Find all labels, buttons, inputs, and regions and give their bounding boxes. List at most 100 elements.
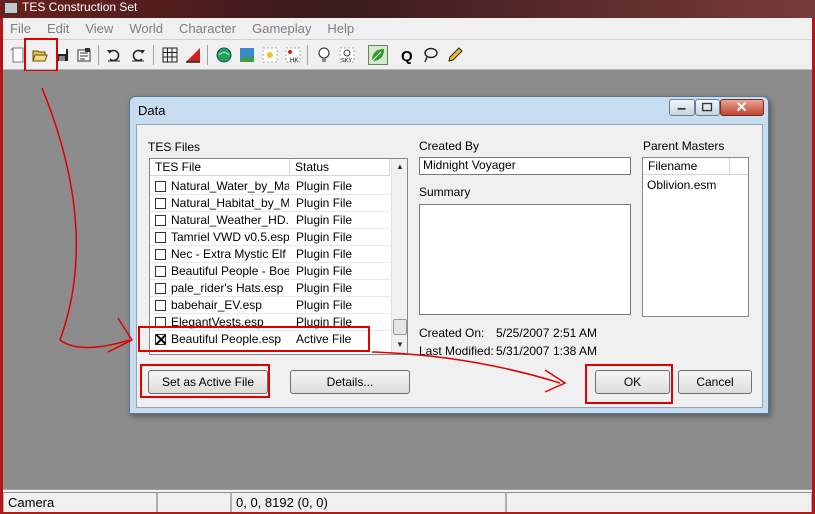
minimize-button[interactable] bbox=[669, 99, 695, 116]
file-status: Plugin File bbox=[296, 264, 353, 278]
file-checkbox[interactable] bbox=[155, 215, 166, 226]
leaf-icon[interactable] bbox=[368, 45, 388, 65]
file-row[interactable]: Tamriel VWD v0.5.esp Plugin File bbox=[150, 229, 390, 246]
dialog-body: TES Files TES File Status Natural_Water_… bbox=[136, 124, 763, 408]
parent-masters-list[interactable]: Filename Oblivion.esm bbox=[642, 157, 749, 317]
scroll-up-arrow-icon[interactable]: ▲ bbox=[392, 159, 408, 175]
file-row[interactable]: Beautiful People.esp Active File bbox=[150, 331, 390, 348]
quest-icon[interactable]: Q bbox=[397, 45, 417, 65]
tes-files-label: TES Files bbox=[148, 140, 201, 154]
summary-field[interactable] bbox=[419, 204, 631, 315]
app-title: TES Construction Set bbox=[22, 0, 138, 14]
landscape-icon[interactable] bbox=[214, 45, 234, 65]
menu-help[interactable]: Help bbox=[319, 18, 362, 40]
image-icon[interactable] bbox=[237, 45, 257, 65]
bulb-icon[interactable] bbox=[314, 45, 334, 65]
grid-icon[interactable] bbox=[160, 45, 180, 65]
cancel-button[interactable]: Cancel bbox=[678, 370, 752, 394]
file-row[interactable]: Natural_Weather_HD... Plugin File bbox=[150, 212, 390, 229]
column-tes-file[interactable]: TES File bbox=[150, 159, 290, 176]
file-row[interactable]: pale_rider's Hats.esp Plugin File bbox=[150, 280, 390, 297]
set-active-file-button[interactable]: Set as Active File bbox=[148, 370, 268, 394]
last-modified-date: 5/31/2007 bbox=[496, 344, 550, 358]
file-row[interactable]: Natural_Water_by_Ma... Plugin File bbox=[150, 178, 390, 195]
column-spare bbox=[730, 158, 748, 175]
file-checkbox[interactable] bbox=[155, 249, 166, 260]
summary-label: Summary bbox=[419, 185, 471, 199]
file-name: Tamriel VWD v0.5.esp bbox=[171, 230, 289, 244]
menu-bar: File Edit View World Character Gameplay Help bbox=[0, 18, 815, 40]
file-row[interactable]: Nec - Extra Mystic Elf ... Plugin File bbox=[150, 246, 390, 263]
file-row[interactable]: ElegantVests.esp Plugin File bbox=[150, 314, 390, 331]
tes-files-scrollbar[interactable]: ▲ ▼ bbox=[391, 159, 407, 354]
havok-icon[interactable]: HK bbox=[283, 45, 303, 65]
file-checkbox[interactable] bbox=[155, 283, 166, 294]
lasso-icon[interactable] bbox=[420, 45, 440, 65]
redo-icon[interactable] bbox=[128, 45, 148, 65]
file-status: Plugin File bbox=[296, 281, 353, 295]
open-icon[interactable] bbox=[30, 45, 50, 65]
menu-gameplay[interactable]: Gameplay bbox=[244, 18, 319, 40]
menu-edit[interactable]: Edit bbox=[39, 18, 77, 40]
scroll-thumb[interactable] bbox=[393, 319, 407, 335]
file-checkbox[interactable] bbox=[155, 317, 166, 328]
file-name: Nec - Extra Mystic Elf ... bbox=[171, 247, 289, 261]
file-name: pale_rider's Hats.esp bbox=[171, 281, 284, 295]
last-modified-label: Last Modified: bbox=[419, 344, 494, 358]
undo-icon[interactable] bbox=[104, 45, 124, 65]
file-checkbox[interactable] bbox=[155, 232, 166, 243]
file-row[interactable]: Natural_Habitat_by_M... Plugin File bbox=[150, 195, 390, 212]
tes-files-list[interactable]: TES File Status Natural_Water_by_Ma... Pl… bbox=[149, 158, 408, 355]
status-mode: Camera bbox=[3, 492, 157, 513]
menu-file[interactable]: File bbox=[0, 18, 39, 40]
file-status: Plugin File bbox=[296, 230, 353, 244]
light-icon[interactable] bbox=[260, 45, 280, 65]
file-row[interactable]: Beautiful People - Boet... Plugin File bbox=[150, 263, 390, 280]
created-on-label: Created On: bbox=[419, 326, 485, 340]
toolbar: HK SKY Q bbox=[0, 38, 815, 72]
created-on-time: 2:51 AM bbox=[553, 326, 598, 340]
created-by-label: Created By bbox=[419, 139, 480, 153]
created-on-date: 5/25/2007 bbox=[496, 326, 550, 340]
ok-button[interactable]: OK bbox=[595, 370, 670, 394]
file-row[interactable]: babehair_EV.esp Plugin File bbox=[150, 297, 390, 314]
menu-view[interactable]: View bbox=[77, 18, 121, 40]
app-icon bbox=[4, 2, 18, 14]
file-checkbox[interactable] bbox=[155, 181, 166, 192]
quest-label: Q bbox=[401, 48, 413, 64]
file-name: babehair_EV.esp bbox=[171, 298, 262, 312]
tes-files-header: TES File Status bbox=[150, 159, 390, 176]
masters-header: Filename bbox=[643, 158, 748, 175]
data-dialog: Data TES Files TES File Status Natural_W… bbox=[129, 96, 769, 414]
file-checkbox[interactable] bbox=[155, 334, 166, 345]
file-status: Plugin File bbox=[296, 315, 353, 329]
pencil-icon[interactable] bbox=[445, 45, 465, 65]
save-icon[interactable] bbox=[52, 45, 72, 65]
menu-character[interactable]: Character bbox=[171, 18, 244, 40]
sky-label: SKY bbox=[341, 58, 352, 64]
column-filename[interactable]: Filename bbox=[643, 158, 730, 175]
file-checkbox[interactable] bbox=[155, 198, 166, 209]
close-icon[interactable] bbox=[720, 99, 764, 116]
file-name: Natural_Habitat_by_M... bbox=[171, 196, 289, 210]
file-checkbox[interactable] bbox=[155, 300, 166, 311]
scroll-down-arrow-icon[interactable]: ▼ bbox=[392, 337, 408, 353]
maximize-button[interactable] bbox=[695, 99, 720, 116]
dialog-title: Data bbox=[138, 103, 166, 118]
new-icon[interactable] bbox=[8, 45, 28, 65]
master-row[interactable]: Oblivion.esm bbox=[643, 177, 748, 194]
file-status: Plugin File bbox=[296, 179, 353, 193]
status-pane-extra bbox=[506, 492, 812, 513]
file-name: ElegantVests.esp bbox=[171, 315, 264, 329]
angle-snap-icon[interactable] bbox=[183, 45, 203, 65]
preferences-icon[interactable] bbox=[74, 45, 94, 65]
details-button[interactable]: Details... bbox=[290, 370, 410, 394]
file-checkbox[interactable] bbox=[155, 266, 166, 277]
column-status[interactable]: Status bbox=[290, 159, 390, 176]
app-title-bar: TES Construction Set bbox=[0, 0, 815, 18]
parent-masters-label: Parent Masters bbox=[643, 139, 725, 153]
created-by-field[interactable]: Midnight Voyager bbox=[419, 157, 631, 175]
window-frame-left bbox=[0, 18, 3, 514]
sky-icon[interactable]: SKY bbox=[337, 45, 357, 65]
menu-world[interactable]: World bbox=[121, 18, 171, 40]
